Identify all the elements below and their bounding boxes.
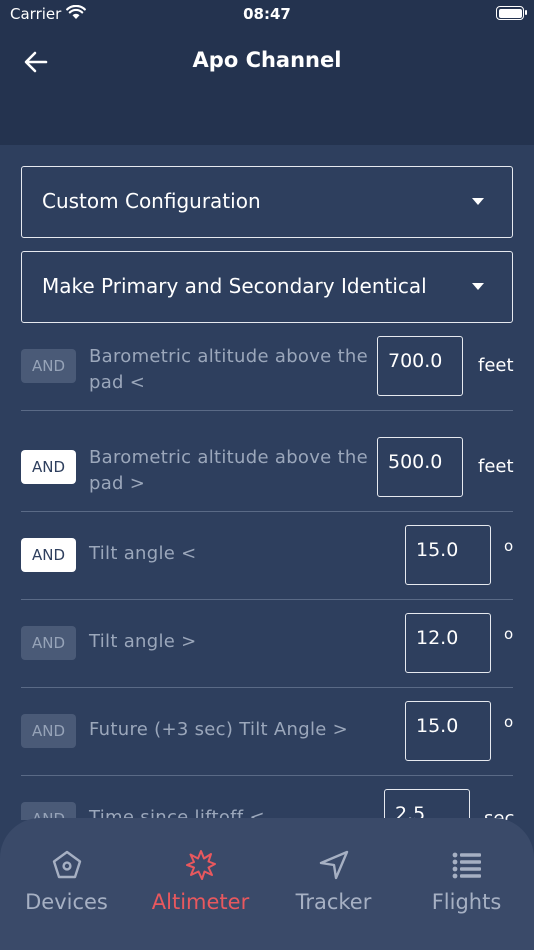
condition-value-input[interactable]: 500.0 — [377, 437, 463, 497]
condition-unit: o — [504, 625, 514, 643]
condition-label: Tilt angle < — [89, 543, 197, 564]
tab-label: Devices — [25, 890, 108, 914]
condition-label: Tilt angle > — [89, 631, 197, 652]
divider — [21, 410, 513, 411]
status-bar: Carrier 08:47 — [0, 0, 534, 30]
configuration-dropdown-label: Custom Configuration — [42, 189, 261, 213]
condition-unit: o — [504, 537, 514, 555]
condition-value-input[interactable]: 700.0 — [377, 336, 463, 396]
navigation-arrow-icon — [319, 850, 348, 880]
clock: 08:47 — [243, 5, 291, 23]
condition-value-input[interactable]: 12.0 — [405, 613, 491, 673]
tab-label: Flights — [431, 890, 502, 914]
divider — [21, 599, 513, 600]
tab-label: Altimeter — [151, 890, 250, 914]
tab-devices[interactable]: Devices — [0, 818, 133, 950]
starburst-icon — [185, 850, 216, 880]
divider — [21, 511, 513, 512]
condition-unit: feet — [478, 355, 514, 376]
and-toggle-button[interactable]: AND — [21, 450, 76, 484]
tab-tracker[interactable]: Tracker — [267, 818, 400, 950]
mode-dropdown[interactable]: Make Primary and Secondary Identical — [21, 251, 513, 323]
tab-label: Tracker — [295, 890, 372, 914]
and-toggle-button[interactable]: AND — [21, 349, 76, 383]
condition-value-input[interactable]: 15.0 — [405, 525, 491, 585]
divider — [21, 775, 513, 776]
dropdown-arrow-icon — [472, 198, 484, 205]
mode-dropdown-label: Make Primary and Secondary Identical — [42, 274, 427, 298]
header: Carrier 08:47 Apo Channel — [0, 0, 534, 145]
condition-label: Future (+3 sec) Tilt Angle > — [89, 719, 349, 740]
list-icon — [452, 852, 481, 879]
condition-list[interactable]: AND Barometric altitude above the pad < … — [0, 330, 534, 820]
and-toggle-button[interactable]: AND — [21, 626, 76, 660]
condition-label: Barometric altitude above the pad < — [89, 346, 369, 393]
tab-bar: Devices Altimeter Tracker Flights — [0, 818, 534, 950]
condition-value-input[interactable]: 15.0 — [405, 701, 491, 761]
condition-unit: feet — [478, 456, 514, 477]
and-toggle-button[interactable]: AND — [21, 714, 76, 748]
divider — [21, 687, 513, 688]
dropdown-arrow-icon — [472, 283, 484, 290]
tab-altimeter[interactable]: Altimeter — [134, 818, 267, 950]
configuration-dropdown[interactable]: Custom Configuration — [21, 166, 513, 238]
condition-unit: o — [504, 713, 514, 731]
condition-label: Barometric altitude above the pad > — [89, 447, 369, 494]
condition-value-input[interactable]: 2.5 — [384, 789, 470, 820]
battery-icon — [496, 6, 527, 20]
and-toggle-button[interactable]: AND — [21, 538, 76, 572]
tab-flights[interactable]: Flights — [400, 818, 533, 950]
page-title: Apo Channel — [192, 48, 342, 72]
pentagon-icon — [52, 850, 81, 879]
